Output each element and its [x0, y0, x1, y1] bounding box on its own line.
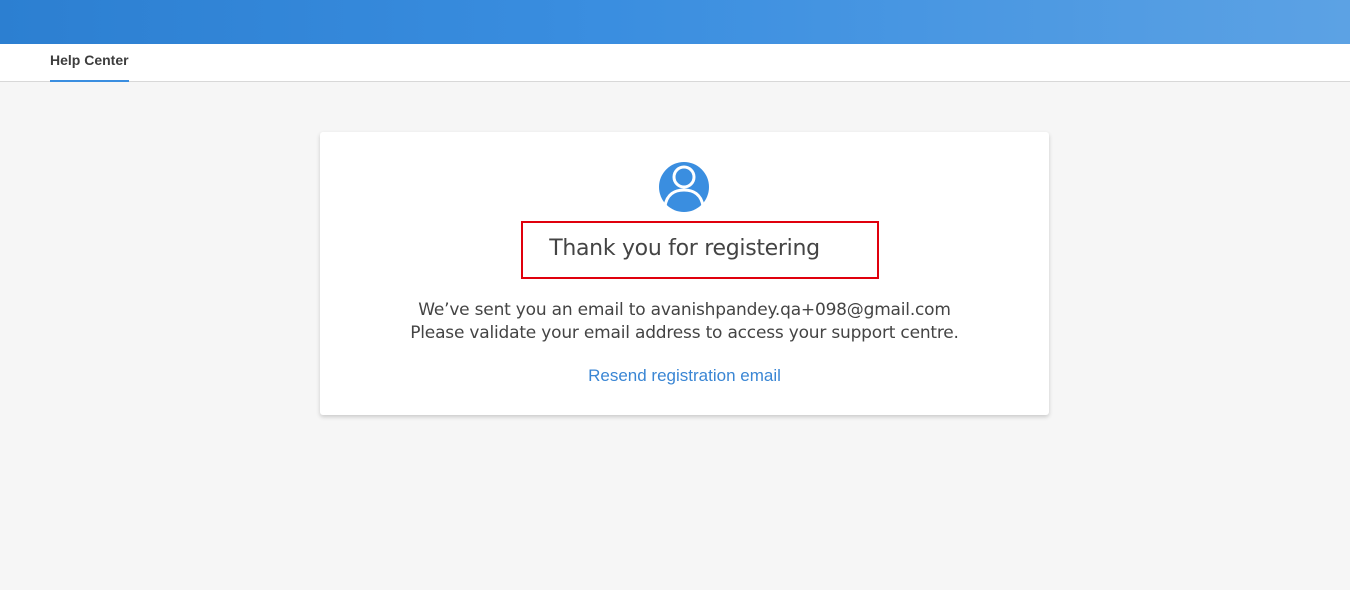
email-sent-message: We’ve sent you an email to avanishpandey… — [418, 300, 951, 320]
top-banner — [0, 0, 1350, 44]
resend-registration-email-link[interactable]: Resend registration email — [320, 366, 1049, 386]
user-icon — [659, 162, 709, 212]
nav-bar: Help Center — [0, 44, 1350, 82]
tab-help-center[interactable]: Help Center — [50, 44, 129, 82]
tab-help-center-label: Help Center — [50, 52, 129, 68]
confirmation-title: Thank you for registering — [549, 236, 820, 261]
validate-email-message: Please validate your email address to ac… — [410, 323, 959, 343]
registration-confirmation-card: Thank you for registering We’ve sent you… — [320, 132, 1049, 415]
